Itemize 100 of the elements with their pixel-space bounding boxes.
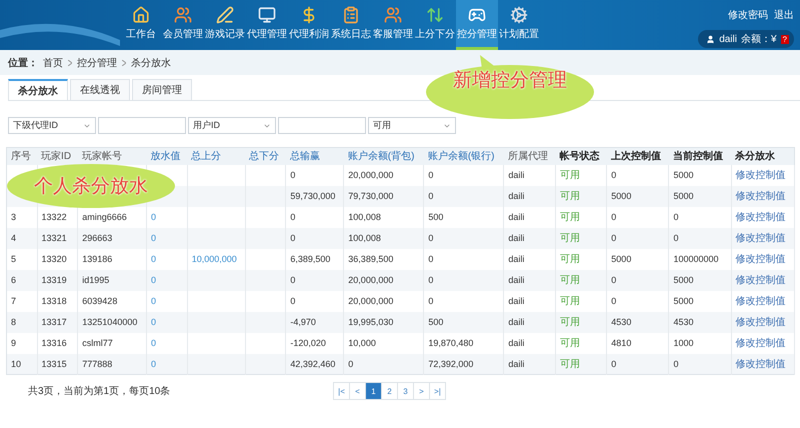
tab[interactable]: 杀分放水 [8,79,68,100]
table-cell: 42,392,460 [290,358,336,369]
column-header: 所属代理 [504,148,556,164]
page-button[interactable]: 1 [365,382,382,400]
tab[interactable]: 房间管理 [132,79,192,100]
nav-item[interactable]: 客服管理 [372,0,414,50]
edit-link[interactable]: 修改控制值 [736,338,786,349]
table-cell: 5 [11,254,16,264]
table-cell: 0 [428,233,434,243]
header-link[interactable]: 修改密码 [728,8,768,22]
balance-badge: ? [780,34,789,44]
table-cell: 0 [611,358,616,369]
table-cell: 8 [11,317,16,327]
table-cell: 0 [611,170,616,180]
column-header: 上次控制值 [606,148,669,164]
column-header: 玩家帐号 [78,148,146,164]
table-cell: 139186 [82,254,112,264]
table-cell: 1000 [673,338,694,348]
nav-item[interactable]: 代理管理 [246,0,288,50]
table-cell: 0 [290,233,296,243]
select-field[interactable]: 下级代理ID [8,117,96,134]
nav-label: 游戏记录 [205,28,245,41]
table-cell: daili [508,212,524,222]
column-header: 账户余额(背包) [344,148,424,164]
edit-link[interactable]: 修改控制值 [736,317,786,328]
table-cell: 19,995,030 [348,317,394,327]
status-text: 可用 [560,317,580,328]
nav-item[interactable]: 会员管理 [162,0,204,50]
table-cell: 5000 [673,275,694,285]
page-button[interactable]: |< [333,382,350,400]
table-cell: 6039428 [82,296,118,306]
table-cell: 13318 [42,296,67,306]
breadcrumb-item[interactable]: 首页 [43,56,63,70]
table-cell: 6 [11,275,16,285]
table-cell: 7 [11,296,16,306]
page-button[interactable]: 2 [381,382,398,400]
table-cell: 5000 [673,170,694,180]
page-button[interactable]: >| [429,382,446,400]
column-header: 总下分 [245,148,286,164]
nav-label: 会员管理 [163,28,203,41]
table-cell: 0 [290,170,296,180]
nav-item[interactable]: 上分下分 [414,0,456,50]
table-cell: 6,389,500 [290,254,330,264]
nav-item[interactable]: 系统日志 [330,0,372,50]
table-cell: daili [508,358,524,369]
select-field[interactable]: 可用 [368,117,456,134]
edit-link[interactable]: 修改控制值 [736,191,786,202]
page-button[interactable]: 3 [397,382,414,400]
nav-label: 控分管理 [457,28,497,41]
nav-item[interactable]: 控分管理 [456,0,498,50]
edit-link[interactable]: 修改控制值 [736,254,786,265]
nav-label: 工作台 [126,28,156,41]
edit-link[interactable]: 修改控制值 [736,233,786,244]
table-cell: daili [508,170,524,180]
table-cell: 0 [611,212,616,222]
select-field[interactable]: 用户ID [188,117,276,134]
column-header: 账户余额(银行) [424,148,504,164]
status-text: 可用 [560,170,580,181]
table-cell: 10,000 [348,338,376,348]
nav-item[interactable]: 工作台 [120,0,162,50]
page-button[interactable]: > [413,382,430,400]
table-cell: 20,000,000 [348,296,394,306]
page-button[interactable]: < [349,382,366,400]
table-cell: daili [508,317,524,327]
table-cell: 20,000,000 [348,275,394,285]
status-text: 可用 [560,212,580,223]
edit-link[interactable]: 修改控制值 [736,296,786,307]
column-header: 杀分放水 [731,148,794,164]
callout-text: 新增控分管理 [453,69,567,93]
table-cell: 10 [11,358,22,369]
user-name: daili [719,34,737,44]
table-cell: 0 [290,212,296,222]
nav-label: 代理管理 [247,28,287,41]
table-cell: 3 [11,212,16,222]
column-header: 放水值 [146,148,188,164]
table-cell: 13251040000 [82,317,138,327]
table-cell: 5000 [673,296,694,306]
table-cell: 0 [611,275,616,285]
edit-link[interactable]: 修改控制值 [736,170,786,181]
nav-item[interactable]: 计划配置 [498,0,540,50]
table-cell: 500 [428,212,444,222]
nav-item[interactable]: 代理利润 [288,0,330,50]
breadcrumb-item[interactable]: 控分管理 [77,56,117,70]
header-link[interactable]: 退出 [774,8,794,22]
edit-link[interactable]: 修改控制值 [736,212,786,223]
table-cell: 0 [150,317,156,327]
table-cell: 100000000 [673,254,719,264]
table-cell: 100,008 [348,233,381,243]
table-cell: 0 [150,254,156,264]
tab[interactable]: 在线透视 [70,79,130,100]
edit-link[interactable]: 修改控制值 [736,275,786,286]
edit-link[interactable]: 修改控制值 [736,358,786,370]
table-cell: 59,730,000 [290,191,336,201]
table-cell: 13316 [42,338,67,348]
table-cell: 9 [11,338,16,348]
nav-label: 客服管理 [373,28,413,41]
table-cell: 19,870,480 [428,338,474,348]
nav-item[interactable]: 游戏记录 [204,0,246,50]
table-cell: 13322 [42,212,67,222]
table-cell: 100,008 [348,212,381,222]
